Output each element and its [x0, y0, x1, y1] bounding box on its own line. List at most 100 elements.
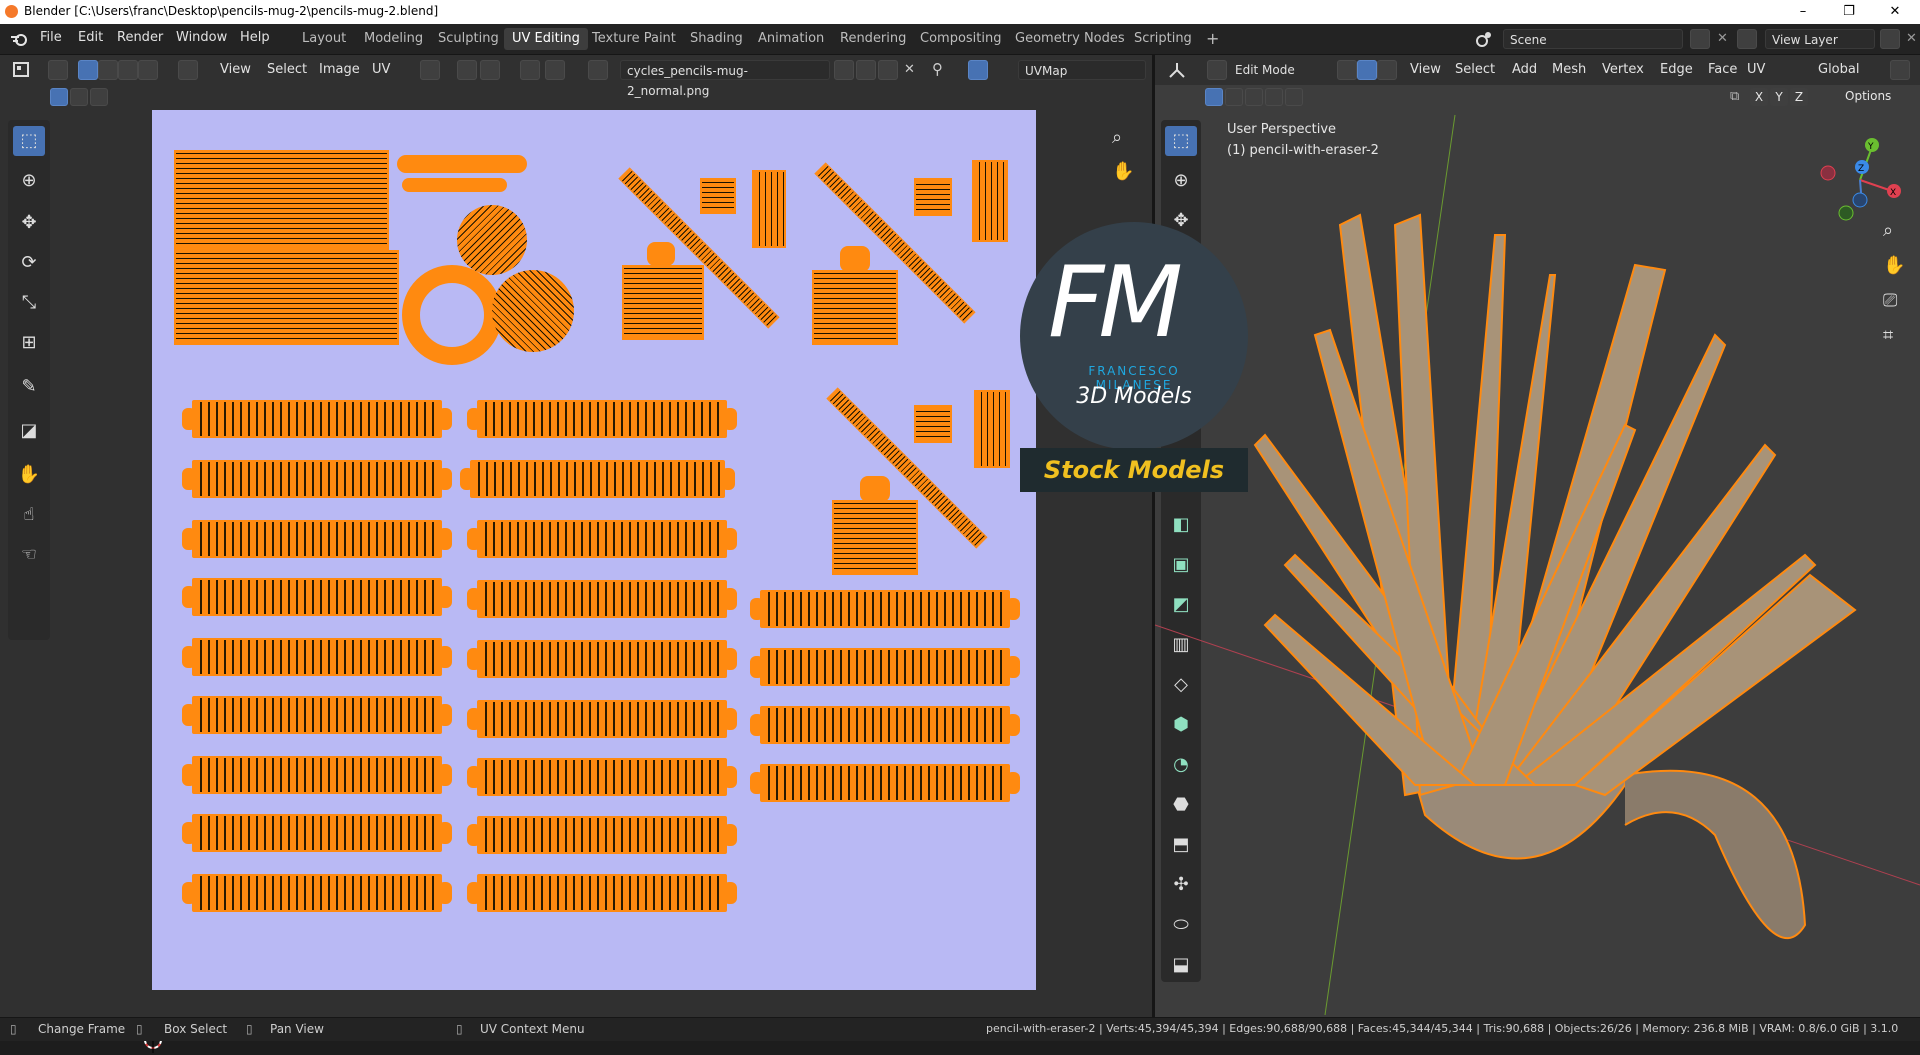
editor-type-icon[interactable]	[12, 60, 32, 80]
vp-menu-vertex[interactable]: Vertex	[1602, 62, 1644, 77]
pivot-icon[interactable]	[1890, 60, 1910, 80]
menu-window[interactable]: Window	[176, 30, 227, 45]
uv-island-pencil-strip[interactable]	[182, 400, 452, 438]
tab-layout[interactable]: Layout	[294, 28, 354, 50]
proportional-edit-icon[interactable]	[520, 60, 540, 80]
uv-image-canvas[interactable]	[152, 110, 1036, 990]
menu-file[interactable]: File	[40, 30, 62, 45]
new-view-layer-icon[interactable]	[1880, 29, 1900, 49]
tab-rendering[interactable]: Rendering	[832, 28, 914, 50]
menu-edit[interactable]: Edit	[78, 30, 103, 45]
uv-island-pencil-strip[interactable]	[182, 520, 452, 558]
uv-island-pencil-strip[interactable]	[182, 814, 452, 852]
uv-island-cap-2[interactable]	[840, 246, 870, 272]
uv-island-small-2[interactable]	[914, 178, 952, 216]
uv-island-pencil-strip[interactable]	[182, 578, 452, 616]
uv-island-handle[interactable]	[397, 155, 527, 173]
uv-island-eraser-2[interactable]	[812, 270, 898, 345]
vp-face-select-icon[interactable]	[1377, 60, 1397, 80]
uv-island-pencil-strip[interactable]	[467, 580, 737, 618]
sticky-selection-icon[interactable]	[178, 60, 198, 80]
uv-island-cap-1[interactable]	[647, 242, 675, 266]
uv-island-pencil-strip[interactable]	[467, 700, 737, 738]
close-window-button[interactable]: ✕	[1872, 0, 1918, 24]
uvmap-selector[interactable]: UVMap	[1018, 60, 1146, 80]
uv-island-ferrule-1[interactable]	[752, 170, 786, 248]
uv-island-eraser-1[interactable]	[622, 265, 704, 340]
uv-island-eraser-3[interactable]	[832, 500, 918, 575]
move-tool-icon[interactable]: ✥	[13, 208, 45, 238]
transform-orientation-icon[interactable]	[1793, 60, 1813, 80]
uv-menu-image[interactable]: Image	[319, 62, 360, 77]
scale-tool-icon[interactable]: ⤡	[13, 288, 45, 318]
pivot-point-icon[interactable]	[420, 60, 440, 80]
close-scene-icon[interactable]: ✕	[1717, 31, 1728, 46]
add-workspace-button[interactable]: +	[1198, 28, 1227, 50]
uv-island-pencil-strip[interactable]	[467, 520, 737, 558]
tab-scripting[interactable]: Scripting	[1126, 28, 1200, 50]
overlays-icon[interactable]	[968, 60, 988, 80]
uv-island-pencil-strip[interactable]	[750, 590, 1020, 628]
face-select-icon[interactable]	[118, 60, 138, 80]
annotate-tool-icon[interactable]: ✎	[13, 372, 45, 402]
uv-menu-select[interactable]: Select	[267, 62, 307, 77]
tab-geometry-nodes[interactable]: Geometry Nodes	[1007, 28, 1133, 50]
open-image-icon[interactable]	[878, 60, 898, 80]
vp-menu-edge[interactable]: Edge	[1660, 62, 1693, 77]
tab-sculpting[interactable]: Sculpting	[430, 28, 507, 50]
image-browse-icon[interactable]	[588, 60, 608, 80]
uv-island-pencil-strip[interactable]	[467, 400, 737, 438]
uv-island-pencil-strip[interactable]	[182, 696, 452, 734]
edge-select-icon[interactable]	[98, 60, 118, 80]
uv-island-small-1[interactable]	[700, 178, 736, 214]
uv-island-small-3[interactable]	[914, 405, 952, 443]
vp-edge-select-icon[interactable]	[1357, 60, 1377, 80]
uv-island-pencil-strip[interactable]	[467, 640, 737, 678]
relax-tool-icon[interactable]: ☝	[13, 500, 45, 530]
vp-menu-uv[interactable]: UV	[1747, 62, 1765, 77]
menu-help[interactable]: Help	[240, 30, 270, 45]
unlink-image-icon[interactable]: ✕	[904, 62, 915, 77]
new-scene-icon[interactable]	[1690, 29, 1710, 49]
rip-tool-icon[interactable]: ◪	[13, 416, 45, 446]
uv-island-pencil-strip[interactable]	[750, 764, 1020, 802]
uv-island-mug-body[interactable]	[174, 150, 389, 250]
vp-menu-view[interactable]: View	[1410, 62, 1441, 77]
uv-island-pencil-strip[interactable]	[182, 638, 452, 676]
uv-island-handle-2[interactable]	[402, 178, 507, 192]
scene-icon[interactable]	[1474, 29, 1494, 49]
tab-shading[interactable]: Shading	[682, 28, 751, 50]
fake-user-icon[interactable]	[834, 60, 854, 80]
uv-island-mug-body-lower[interactable]	[174, 250, 399, 345]
vertex-select-icon[interactable]	[78, 60, 98, 80]
select-mode-extend-icon[interactable]	[70, 88, 88, 106]
vp-vertex-select-icon[interactable]	[1337, 60, 1357, 80]
zoom-icon[interactable]: ⌕	[1112, 127, 1122, 148]
pinch-tool-icon[interactable]: ☜	[13, 540, 45, 570]
edit-mode-icon[interactable]	[1207, 60, 1227, 80]
pin-icon[interactable]: ⚲	[932, 60, 943, 78]
uv-island-pencil-strip[interactable]	[750, 706, 1020, 744]
uv-island-pencil-strip[interactable]	[182, 460, 452, 498]
tab-texture-paint[interactable]: Texture Paint	[584, 28, 684, 50]
uv-island-pencil-strip[interactable]	[467, 758, 737, 796]
uv-island-disc-2[interactable]	[492, 270, 574, 352]
select-box-tool-icon[interactable]: ⬚	[13, 126, 45, 156]
uv-island-pencil-strip[interactable]	[750, 648, 1020, 686]
scene-selector[interactable]: Scene	[1503, 29, 1683, 49]
vp-menu-select[interactable]: Select	[1455, 62, 1495, 77]
select-mode-subtract-icon[interactable]	[90, 88, 108, 106]
tab-compositing[interactable]: Compositing	[912, 28, 1010, 50]
viewport-editor-type-icon[interactable]	[1167, 60, 1187, 80]
uv-island-pencil-strip[interactable]	[460, 460, 735, 498]
falloff-icon[interactable]	[545, 60, 565, 80]
transform-tool-icon[interactable]: ⊞	[13, 328, 45, 358]
uv-island-pencil-strip[interactable]	[182, 874, 452, 912]
uv-island-ferrule-3[interactable]	[974, 390, 1010, 468]
cursor-tool-icon[interactable]: ⊕	[13, 166, 45, 196]
grab-tool-icon[interactable]: ✋	[13, 460, 45, 490]
vp-menu-mesh[interactable]: Mesh	[1552, 62, 1586, 77]
viewport-scene[interactable]	[1154, 95, 1920, 1016]
view-layer-selector[interactable]: View Layer	[1765, 29, 1875, 49]
select-mode-new-icon[interactable]	[50, 88, 68, 106]
